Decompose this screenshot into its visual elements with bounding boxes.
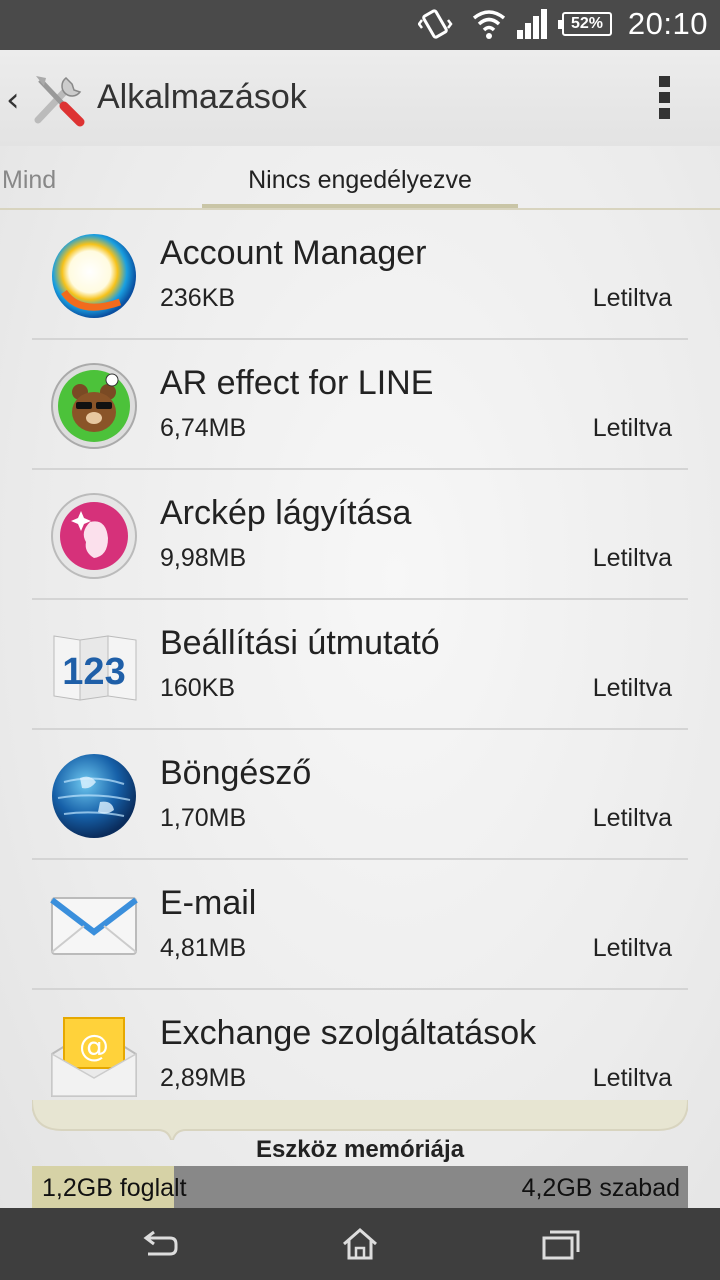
storage-free-text: 4,2GB szabad bbox=[521, 1174, 680, 1202]
list-item[interactable]: AR effect for LINE 6,74MB Letiltva bbox=[32, 340, 688, 470]
browser-globe-icon bbox=[52, 754, 136, 838]
app-size: 160KB bbox=[160, 674, 236, 702]
exchange-mail-icon: @ bbox=[51, 1017, 137, 1097]
storage-summary: Eszköz memóriája 1,2GB foglalt 4,2GB sza… bbox=[0, 1100, 720, 1208]
storage-bubble bbox=[32, 1100, 688, 1140]
action-bar: ‹ Alkalmazások bbox=[0, 50, 720, 146]
list-item[interactable]: Account Manager 236KB Letiltva bbox=[32, 210, 688, 340]
status-bar: 52% 20:10 bbox=[0, 0, 720, 50]
svg-text:@: @ bbox=[79, 1029, 109, 1064]
face-soften-icon bbox=[51, 493, 137, 579]
app-status: Letiltva bbox=[592, 804, 672, 832]
app-list: Account Manager 236KB Letiltva AR effect… bbox=[32, 210, 688, 1120]
back-icon[interactable] bbox=[140, 1224, 180, 1264]
app-size: 9,98MB bbox=[160, 544, 247, 572]
recent-apps-icon[interactable] bbox=[540, 1224, 580, 1264]
page-title: Alkalmazások bbox=[97, 78, 307, 116]
account-manager-icon bbox=[52, 234, 136, 318]
svg-text:123: 123 bbox=[62, 651, 125, 693]
list-item[interactable]: Böngésző 1,70MB Letiltva bbox=[32, 730, 688, 860]
list-item[interactable]: E-mail 4,81MB Letiltva bbox=[32, 860, 688, 990]
app-size: 1,70MB bbox=[160, 804, 247, 832]
app-status: Letiltva bbox=[592, 544, 672, 572]
app-name: Account Manager bbox=[160, 234, 427, 272]
list-item[interactable]: 123 Beállítási útmutató 160KB Letiltva bbox=[32, 600, 688, 730]
wifi-icon bbox=[472, 10, 506, 39]
line-bear-icon bbox=[51, 363, 137, 449]
email-envelope-icon bbox=[50, 897, 138, 955]
app-name: AR effect for LINE bbox=[160, 364, 434, 402]
app-size: 236KB bbox=[160, 284, 236, 312]
app-name: Böngésző bbox=[160, 754, 312, 792]
overflow-menu-icon[interactable] bbox=[652, 76, 676, 124]
vibrate-icon bbox=[418, 9, 453, 39]
app-size: 2,89MB bbox=[160, 1064, 247, 1092]
app-status: Letiltva bbox=[592, 674, 672, 702]
list-item[interactable]: Arckép lágyítása 9,98MB Letiltva bbox=[32, 470, 688, 600]
setup-guide-123-icon: 123 bbox=[53, 635, 137, 701]
storage-used-text: 1,2GB foglalt bbox=[42, 1174, 187, 1202]
home-icon[interactable] bbox=[340, 1224, 380, 1264]
signal-icon bbox=[517, 9, 547, 39]
app-status: Letiltva bbox=[592, 1064, 672, 1092]
app-size: 4,81MB bbox=[160, 934, 247, 962]
navigation-bar bbox=[0, 1208, 720, 1280]
chevron-left-icon[interactable]: ‹ bbox=[6, 80, 20, 120]
app-status: Letiltva bbox=[592, 284, 672, 312]
tools-icon[interactable] bbox=[30, 72, 86, 128]
app-size: 6,74MB bbox=[160, 414, 247, 442]
tab-all[interactable]: Mind bbox=[2, 166, 56, 195]
battery-indicator: 52% bbox=[558, 12, 612, 36]
app-name: Beállítási útmutató bbox=[160, 624, 440, 662]
app-status: Letiltva bbox=[592, 414, 672, 442]
tab-bar: Mind Nincs engedélyezve bbox=[0, 146, 720, 210]
tab-disabled[interactable]: Nincs engedélyezve bbox=[202, 166, 518, 195]
app-name: Arckép lágyítása bbox=[160, 494, 412, 532]
app-name: E-mail bbox=[160, 884, 257, 922]
app-status: Letiltva bbox=[592, 934, 672, 962]
clock: 20:10 bbox=[627, 6, 708, 41]
app-name: Exchange szolgáltatások bbox=[160, 1014, 537, 1052]
storage-label: Eszköz memóriája bbox=[255, 1136, 465, 1163]
